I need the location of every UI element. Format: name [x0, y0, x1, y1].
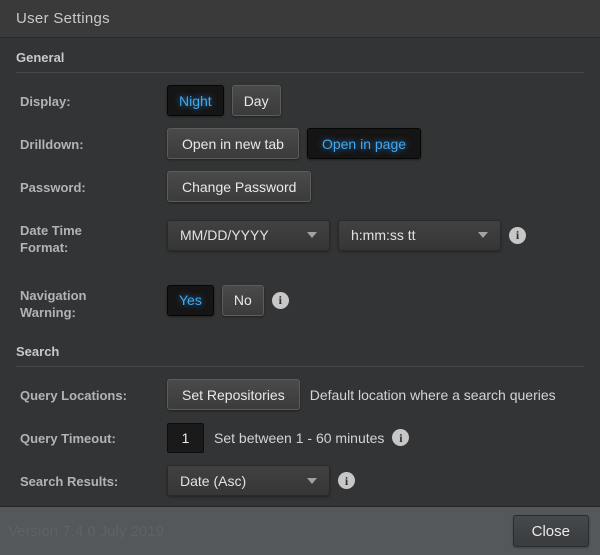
time-format-dropdown[interactable]: h:mm:ss tt — [338, 220, 501, 251]
query-timeout-description: Set between 1 - 60 minutes — [214, 430, 384, 446]
date-time-format-controls: MM/DD/YYYY h:mm:ss tt i — [167, 214, 526, 256]
date-format-dropdown[interactable]: MM/DD/YYYY — [167, 220, 330, 251]
navigation-warning-row: Navigation Warning: Yes No i — [20, 279, 584, 321]
search-results-dropdown[interactable]: Date (Asc) — [167, 465, 330, 496]
search-results-controls: Date (Asc) i — [167, 465, 355, 496]
password-label: Password: — [20, 171, 167, 202]
query-timeout-input[interactable] — [167, 423, 204, 453]
dialog-titlebar: User Settings — [0, 0, 600, 38]
search-results-row: Search Results: Date (Asc) i — [20, 465, 584, 496]
footer-watermark: Version 7.4.0 July 2019 — [8, 523, 164, 540]
date-format-value: MM/DD/YYYY — [180, 227, 269, 243]
info-icon[interactable]: i — [272, 292, 289, 309]
section-divider-search — [16, 366, 584, 367]
user-settings-dialog: User Settings General Display: Night Day… — [0, 0, 600, 555]
search-results-label: Search Results: — [20, 465, 167, 496]
drilldown-label: Drilldown: — [20, 128, 167, 159]
chevron-down-icon — [478, 232, 488, 238]
query-locations-description: Default location where a search queries — [310, 387, 556, 403]
change-password-button[interactable]: Change Password — [167, 171, 311, 202]
navigation-warning-no-button[interactable]: No — [222, 285, 264, 316]
navigation-warning-yes-button[interactable]: Yes — [167, 285, 214, 316]
display-row: Display: Night Day — [20, 85, 584, 116]
query-timeout-controls: Set between 1 - 60 minutes i — [167, 422, 409, 453]
dialog-title: User Settings — [16, 10, 110, 27]
display-day-button[interactable]: Day — [232, 85, 281, 116]
display-controls: Night Day — [167, 85, 281, 116]
set-repositories-button[interactable]: Set Repositories — [167, 379, 300, 410]
navigation-warning-label: Navigation Warning: — [20, 279, 167, 321]
display-label: Display: — [20, 85, 167, 116]
password-controls: Change Password — [167, 171, 311, 202]
query-timeout-row: Query Timeout: Set between 1 - 60 minute… — [20, 422, 584, 453]
search-results-value: Date (Asc) — [180, 473, 246, 489]
query-locations-row: Query Locations: Set Repositories Defaul… — [20, 379, 584, 410]
close-button[interactable]: Close — [513, 515, 589, 547]
info-icon[interactable]: i — [338, 472, 355, 489]
info-icon[interactable]: i — [392, 429, 409, 446]
dialog-footer: Version 7.4.0 July 2019 Close — [0, 506, 600, 555]
drilldown-controls: Open in new tab Open in page — [167, 128, 421, 159]
navigation-warning-controls: Yes No i — [167, 279, 289, 321]
drilldown-row: Drilldown: Open in new tab Open in page — [20, 128, 584, 159]
drilldown-new-tab-button[interactable]: Open in new tab — [167, 128, 299, 159]
time-format-value: h:mm:ss tt — [351, 227, 416, 243]
dialog-body: General Display: Night Day Drilldown: Op… — [0, 50, 600, 496]
drilldown-in-page-button[interactable]: Open in page — [307, 128, 421, 159]
query-locations-controls: Set Repositories Default location where … — [167, 379, 556, 410]
password-row: Password: Change Password — [20, 171, 584, 202]
date-time-format-label: Date Time Format: — [20, 214, 167, 256]
section-header-general: General — [16, 50, 584, 65]
info-icon[interactable]: i — [509, 227, 526, 244]
section-divider-general — [16, 72, 584, 73]
date-time-format-row: Date Time Format: MM/DD/YYYY h:mm:ss tt … — [20, 214, 584, 256]
query-locations-label: Query Locations: — [20, 379, 167, 410]
chevron-down-icon — [307, 478, 317, 484]
chevron-down-icon — [307, 232, 317, 238]
display-night-button[interactable]: Night — [167, 85, 224, 116]
query-timeout-label: Query Timeout: — [20, 422, 167, 453]
section-header-search: Search — [16, 344, 584, 359]
